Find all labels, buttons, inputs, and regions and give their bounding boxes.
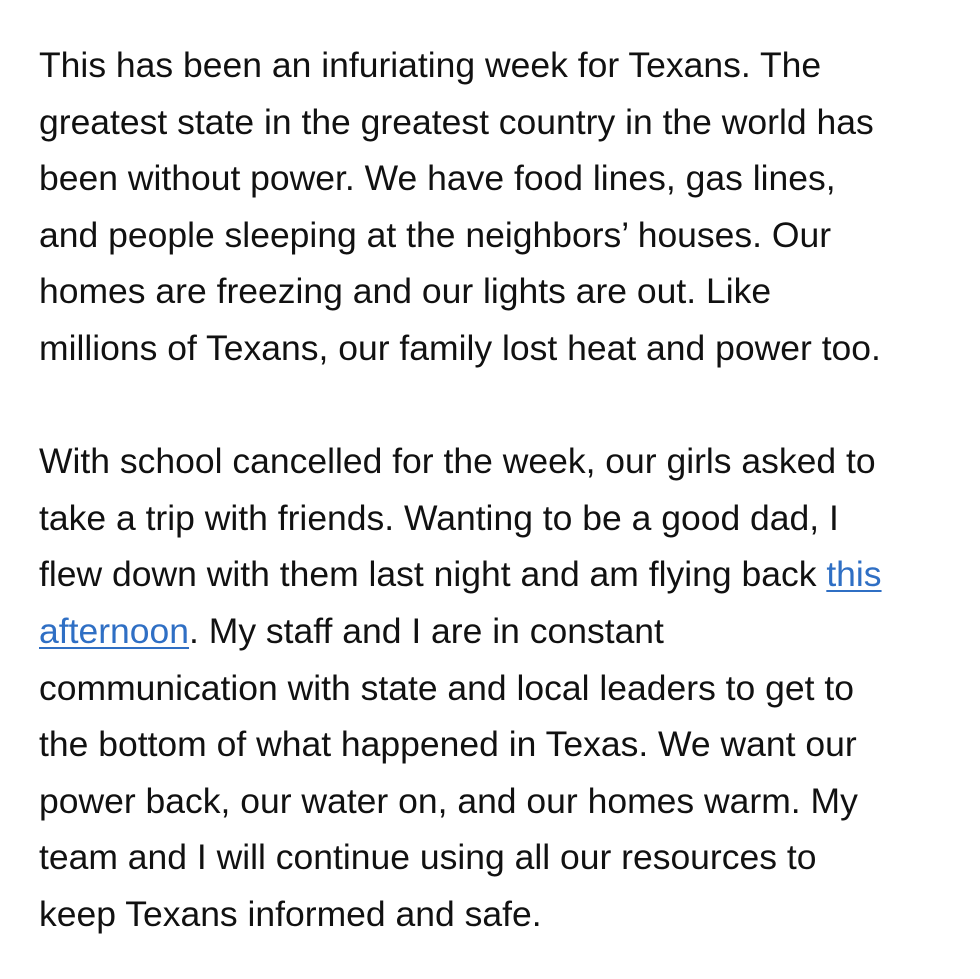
- text-line: been without power. We have food lines, …: [39, 158, 836, 199]
- text-line: keep Texans informed and safe.: [39, 893, 542, 934]
- text-line: the bottom of what happened in Texas. We…: [39, 724, 857, 765]
- text-line: afternoon. My staff and I are in constan…: [39, 603, 959, 660]
- text-line: flew down with them last night and am fl…: [39, 546, 959, 603]
- text-line: communication with state and local leade…: [39, 667, 854, 708]
- text-segment: flew down with them last night and am fl…: [39, 554, 827, 595]
- this-afternoon-link[interactable]: this: [826, 554, 881, 594]
- text-line: and people sleeping at the neighbors’ ho…: [39, 214, 832, 255]
- text-line: This has been an infuriating week for Te…: [39, 45, 822, 85]
- text-line: take a trip with friends. Wanting to be …: [39, 497, 839, 538]
- text-segment: . My staff and I are in constant: [189, 610, 664, 651]
- this-afternoon-link-continued[interactable]: afternoon: [39, 611, 189, 651]
- statement-text: This has been an infuriating week for Te…: [39, 37, 959, 943]
- paragraph-1: This has been an infuriating week for Te…: [39, 37, 959, 377]
- text-line: homes are freezing and our lights are ou…: [39, 271, 772, 312]
- text-line: team and I will continue using all our r…: [39, 837, 817, 878]
- paragraph-2: With school cancelled for the week, our …: [39, 433, 959, 942]
- text-line: power back, our water on, and our homes …: [39, 780, 858, 821]
- text-line: With school cancelled for the week, our …: [39, 441, 876, 482]
- text-line: greatest state in the greatest country i…: [39, 101, 874, 142]
- text-line: millions of Texans, our family lost heat…: [39, 327, 881, 368]
